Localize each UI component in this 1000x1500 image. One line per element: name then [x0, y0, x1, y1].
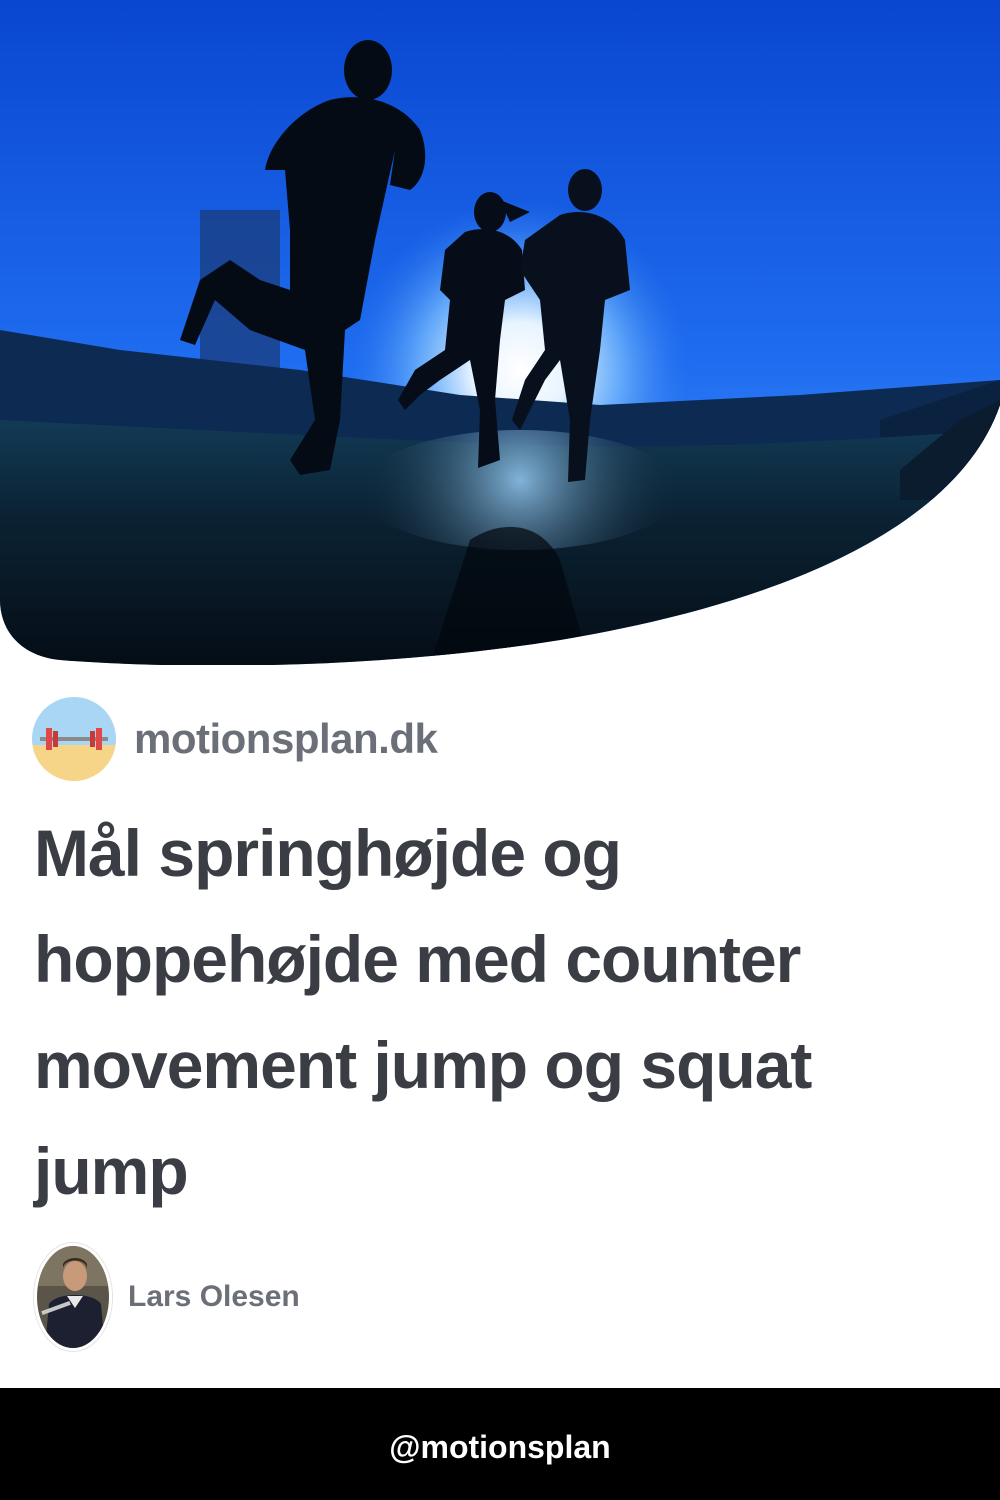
author-name[interactable]: Lars Olesen [128, 1280, 300, 1314]
article-title[interactable]: Mål springhøjde og hoppehøjde med counte… [34, 800, 934, 1224]
author-byline[interactable]: Lars Olesen [34, 1243, 300, 1351]
hero-image [0, 0, 1000, 665]
site-name[interactable]: motionsplan.dk [134, 715, 438, 763]
footer-bar: @motionsplan [0, 1388, 1000, 1500]
footer-handle[interactable]: @motionsplan [389, 1429, 610, 1466]
barbell-icon [32, 697, 116, 781]
author-avatar[interactable] [34, 1243, 112, 1351]
pin-card: motionsplan.dk Mål springhøjde og hoppeh… [0, 0, 1000, 1500]
site-header[interactable]: motionsplan.dk [32, 697, 438, 781]
